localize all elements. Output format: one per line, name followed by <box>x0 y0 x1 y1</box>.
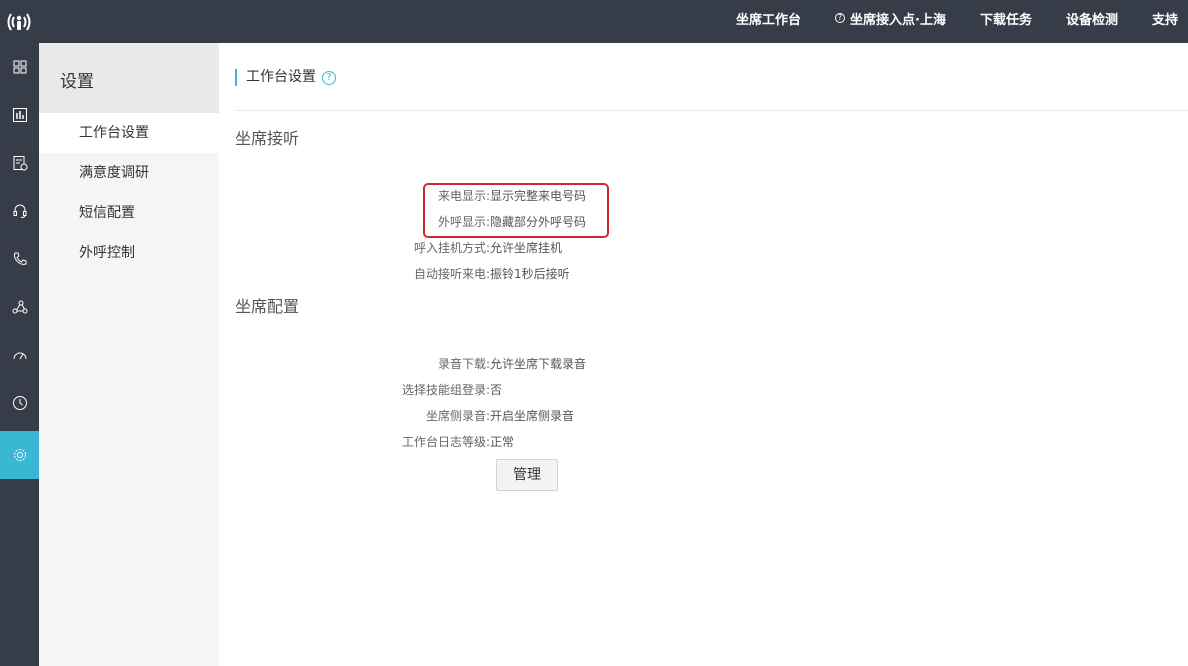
nav-device-check[interactable]: 设备检测 <box>1066 9 1118 28</box>
gauge-icon[interactable] <box>0 331 39 379</box>
nav-access-point[interactable]: ? 坐席接入点·上海 <box>835 9 946 28</box>
setting-value: 允许坐席挂机 <box>490 241 563 255</box>
clock-icon[interactable] <box>0 379 39 427</box>
nav-support-label: 支持 <box>1151 12 1178 28</box>
sidebar-item-outbound-control[interactable]: 外呼控制 <box>39 233 219 273</box>
nav-agent-workbench[interactable]: 坐席工作台 <box>736 9 801 28</box>
nav-agent-workbench-label: 坐席工作台 <box>735 12 801 28</box>
setting-row: 录音下载:允许坐席下载录音 <box>219 355 586 373</box>
manage-button[interactable]: 管理 <box>496 459 558 491</box>
setting-value: 振铃1秒后接听 <box>490 267 570 281</box>
nav-download-tasks-label: 下载任务 <box>979 12 1032 28</box>
sidebar-item-satisfaction-survey[interactable]: 满意度调研 <box>39 153 219 193</box>
help-icon[interactable]: ? <box>322 70 336 85</box>
nav-download-tasks[interactable]: 下载任务 <box>980 9 1032 28</box>
setting-row: 工作台日志等级:正常 <box>219 433 514 451</box>
setting-value: 开启坐席侧录音 <box>490 409 575 423</box>
nav-device-check-label: 设备检测 <box>1065 12 1118 28</box>
page-header: 工作台设置 ? <box>235 69 336 86</box>
broadcast-person-icon[interactable] <box>0 0 38 43</box>
setting-label: 坐席侧录音: <box>425 409 490 423</box>
settings-sidebar: 设置 工作台设置 满意度调研 短信配置 外呼控制 <box>39 43 219 666</box>
setting-row: 选择技能组登录:否 <box>219 381 502 399</box>
setting-value: 正常 <box>490 435 515 449</box>
sidebar-title: 设置 <box>39 43 219 113</box>
nav-support[interactable]: 支持 <box>1152 9 1178 28</box>
setting-label: 工作台日志等级: <box>401 435 490 449</box>
sidebar-item-sms-config[interactable]: 短信配置 <box>39 193 219 233</box>
icon-rail <box>0 43 39 666</box>
setting-label: 录音下载: <box>437 357 490 371</box>
report-icon[interactable] <box>0 139 39 187</box>
bar-chart-icon[interactable] <box>0 91 39 139</box>
sidebar-item-workbench-settings[interactable]: 工作台设置 <box>39 113 219 153</box>
headset-icon[interactable] <box>0 187 39 235</box>
setting-label: 选择技能组登录: <box>401 383 490 397</box>
top-nav: 坐席工作台 ? 坐席接入点·上海 下载任务 设备检测 支持 <box>736 0 1188 36</box>
help-icon: ? <box>835 13 845 23</box>
setting-row: 自动接听来电:振铃1秒后接听 <box>219 265 570 283</box>
main-content: 工作台设置 ? 坐席接听 来电显示:显示完整来电号码 外呼显示:隐藏部分外呼号码… <box>219 43 1188 666</box>
highlight-annotation <box>423 183 609 238</box>
network-icon[interactable] <box>0 283 39 331</box>
setting-value: 允许坐席下载录音 <box>490 357 587 371</box>
section-title-agent-answer: 坐席接听 <box>235 129 300 148</box>
section-title-agent-config: 坐席配置 <box>235 297 300 316</box>
setting-value: 否 <box>490 383 503 397</box>
setting-label: 呼入挂机方式: <box>413 241 490 255</box>
grid-icon[interactable] <box>0 43 39 91</box>
gear-icon[interactable] <box>0 431 39 479</box>
setting-row: 呼入挂机方式:允许坐席挂机 <box>219 239 562 257</box>
divider <box>235 110 1188 111</box>
setting-label: 自动接听来电: <box>413 267 490 281</box>
page-title: 工作台设置 <box>246 69 316 85</box>
setting-row: 坐席侧录音:开启坐席侧录音 <box>219 407 574 425</box>
top-bar: 坐席工作台 ? 坐席接入点·上海 下载任务 设备检测 支持 <box>0 0 1188 43</box>
nav-access-point-label: 坐席接入点·上海 <box>850 12 946 28</box>
phone-icon[interactable] <box>0 235 39 283</box>
